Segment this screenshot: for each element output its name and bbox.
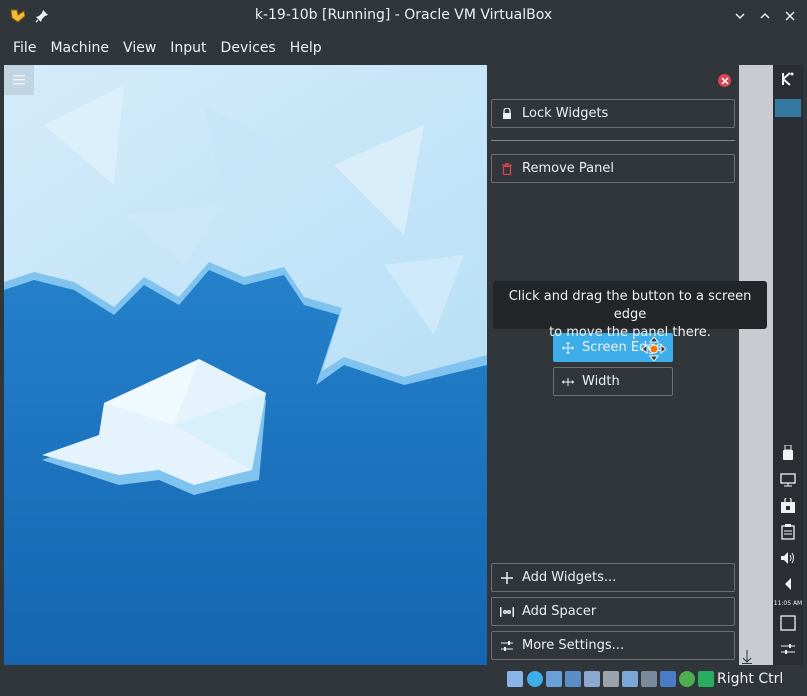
hard-disk-icon[interactable] bbox=[507, 671, 523, 687]
display-status-icon[interactable] bbox=[622, 671, 638, 687]
virtualization-icon[interactable] bbox=[660, 671, 676, 687]
add-widgets-label: Add Widgets... bbox=[522, 570, 617, 585]
audio-icon[interactable] bbox=[546, 671, 562, 687]
task-item-highlight[interactable] bbox=[775, 99, 801, 117]
minimize-icon[interactable] bbox=[730, 6, 750, 26]
resize-width-icon bbox=[562, 376, 574, 388]
keyboard-capture-icon[interactable] bbox=[698, 671, 714, 687]
down-arrow-icon bbox=[741, 649, 753, 665]
optical-drive-icon[interactable] bbox=[527, 671, 543, 687]
kde-panel: 11:05 AM bbox=[773, 65, 803, 665]
drag-tooltip: Click and drag the button to a screen ed… bbox=[493, 281, 767, 340]
mouse-integration-icon[interactable] bbox=[679, 671, 695, 687]
menu-devices[interactable]: Devices bbox=[214, 32, 283, 65]
add-spacer-button[interactable]: Add Spacer bbox=[491, 597, 735, 626]
volume-icon[interactable] bbox=[778, 548, 798, 568]
show-desktop-icon[interactable] bbox=[778, 613, 798, 633]
menu-view[interactable]: View bbox=[116, 32, 163, 65]
vm-display[interactable]: Lock Widgets Remove Panel Click and drag… bbox=[4, 65, 773, 665]
close-config-icon[interactable] bbox=[718, 74, 731, 87]
status-bar: Right Ctrl bbox=[0, 665, 807, 696]
shared-folder-icon[interactable] bbox=[603, 671, 619, 687]
spacer-icon bbox=[500, 605, 514, 619]
vault-icon[interactable] bbox=[778, 496, 798, 516]
window-title: k-19-10b [Running] - Oracle VM VirtualBo… bbox=[254, 7, 553, 23]
desktop-wallpaper bbox=[4, 65, 487, 665]
usb-device-icon[interactable] bbox=[584, 671, 600, 687]
menu-help[interactable]: Help bbox=[283, 32, 329, 65]
add-spacer-label: Add Spacer bbox=[522, 604, 597, 619]
add-widgets-button[interactable]: Add Widgets... bbox=[491, 563, 735, 592]
separator bbox=[491, 140, 735, 141]
lock-widgets-label: Lock Widgets bbox=[522, 106, 609, 121]
settings-icon bbox=[500, 639, 514, 653]
width-button[interactable]: Width bbox=[553, 367, 673, 396]
menu-machine[interactable]: Machine bbox=[43, 32, 116, 65]
close-icon[interactable] bbox=[780, 6, 800, 26]
menu-bar: File Machine View Input Devices Help bbox=[0, 32, 807, 65]
panel-preview-strip bbox=[739, 65, 773, 665]
display-icon[interactable] bbox=[778, 470, 798, 490]
kde-logo-icon[interactable] bbox=[778, 69, 798, 89]
trash-icon bbox=[500, 162, 514, 176]
tooltip-line-2: to move the panel there. bbox=[549, 325, 711, 340]
move-icon bbox=[562, 341, 574, 354]
lock-widgets-button[interactable]: Lock Widgets bbox=[491, 99, 735, 128]
maximize-icon[interactable] bbox=[755, 6, 775, 26]
hamburger-icon[interactable] bbox=[4, 65, 34, 95]
recording-icon[interactable] bbox=[641, 671, 657, 687]
network-icon[interactable] bbox=[565, 671, 581, 687]
remove-panel-label: Remove Panel bbox=[522, 161, 614, 176]
host-key-label: Right Ctrl bbox=[717, 671, 784, 687]
more-settings-label: More Settings... bbox=[522, 638, 625, 653]
title-bar: k-19-10b [Running] - Oracle VM VirtualBo… bbox=[0, 0, 807, 32]
usb-icon[interactable] bbox=[778, 443, 798, 463]
more-settings-button[interactable]: More Settings... bbox=[491, 631, 735, 660]
menu-file[interactable]: File bbox=[6, 32, 43, 65]
remove-panel-button[interactable]: Remove Panel bbox=[491, 154, 735, 183]
width-label: Width bbox=[582, 374, 620, 389]
panel-settings-icon[interactable] bbox=[778, 639, 798, 659]
plus-icon bbox=[500, 571, 514, 585]
clipboard-icon[interactable] bbox=[778, 522, 798, 542]
tooltip-line-1: Click and drag the button to a screen ed… bbox=[508, 289, 752, 322]
panel-clock[interactable]: 11:05 AM bbox=[773, 600, 803, 607]
panel-configuration: Lock Widgets Remove Panel Click and drag… bbox=[487, 65, 767, 665]
expand-tray-icon[interactable] bbox=[778, 574, 798, 594]
lock-icon bbox=[500, 107, 514, 121]
menu-input[interactable]: Input bbox=[163, 32, 213, 65]
virtualbox-window: k-19-10b [Running] - Oracle VM VirtualBo… bbox=[0, 0, 807, 696]
